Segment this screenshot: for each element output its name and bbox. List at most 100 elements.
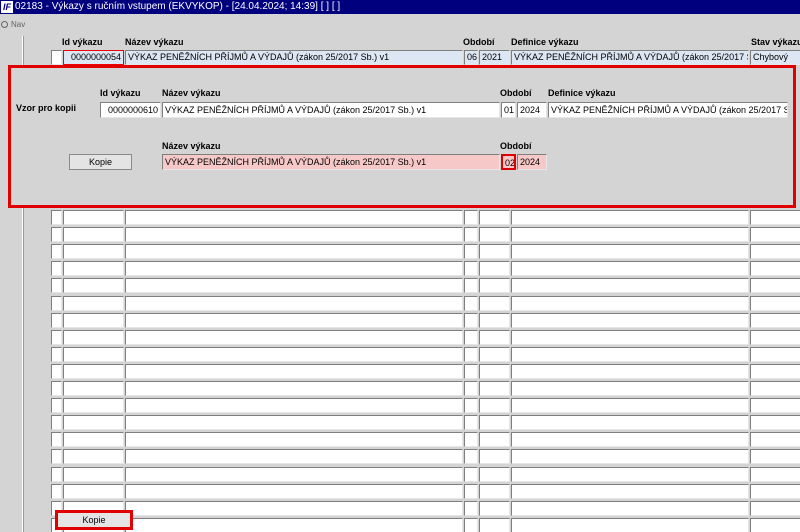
empty-cell[interactable] (63, 329, 124, 345)
empty-cell[interactable] (750, 312, 800, 328)
empty-cell[interactable] (511, 449, 749, 465)
copy-button[interactable]: Kopie (69, 154, 132, 170)
empty-cell[interactable] (511, 278, 749, 294)
table-row[interactable] (51, 483, 800, 500)
table-row[interactable] (51, 431, 800, 448)
table-row[interactable] (51, 500, 800, 517)
empty-cell[interactable] (750, 449, 800, 465)
row-selector[interactable] (51, 227, 62, 243)
table-row[interactable] (51, 346, 800, 363)
empty-cell[interactable] (479, 346, 510, 362)
empty-cell[interactable] (125, 432, 463, 448)
empty-cell[interactable] (464, 432, 478, 448)
empty-cell[interactable] (479, 466, 510, 482)
empty-cell[interactable] (464, 483, 478, 499)
empty-cell[interactable] (125, 346, 463, 362)
row-selector[interactable] (51, 432, 62, 448)
row-selector[interactable] (51, 449, 62, 465)
empty-cell[interactable] (125, 278, 463, 294)
empty-cell[interactable] (125, 517, 463, 532)
empty-cell[interactable] (511, 244, 749, 260)
empty-cell[interactable] (464, 415, 478, 431)
empty-cell[interactable] (750, 278, 800, 294)
table-row[interactable] (51, 380, 800, 397)
empty-cell[interactable] (479, 381, 510, 396)
empty-cell[interactable] (464, 227, 478, 243)
source-id-field[interactable]: 0000000610 (100, 102, 161, 118)
row-selector[interactable] (51, 295, 62, 311)
empty-cell[interactable] (125, 210, 463, 225)
empty-cell[interactable] (125, 261, 463, 277)
row-selector[interactable] (51, 244, 62, 260)
row-selector[interactable] (51, 483, 62, 499)
empty-cell[interactable] (125, 500, 463, 516)
empty-cell[interactable] (479, 312, 510, 328)
empty-cell[interactable] (63, 244, 124, 260)
empty-cell[interactable] (63, 381, 124, 396)
empty-cell[interactable] (479, 329, 510, 345)
target-name-field[interactable]: VÝKAZ PENĚŽNÍCH PŘÍJMŮ A VÝDAJŮ (zákon 2… (162, 154, 500, 170)
empty-cell[interactable] (479, 432, 510, 448)
cell-status[interactable]: Chybový (750, 50, 800, 65)
empty-cell[interactable] (63, 312, 124, 328)
source-definition-field[interactable]: VÝKAZ PENĚŽNÍCH PŘÍJMŮ A VÝDAJŮ (zákon 2… (548, 102, 788, 118)
empty-cell[interactable] (511, 500, 749, 516)
row-selector[interactable] (51, 346, 62, 362)
empty-cell[interactable] (511, 398, 749, 414)
row-selector[interactable] (51, 466, 62, 482)
source-year-field[interactable]: 2024 (517, 102, 547, 118)
empty-cell[interactable] (511, 295, 749, 311)
grid-header-status[interactable]: Stav výkazu (751, 37, 800, 47)
table-row[interactable] (51, 466, 800, 483)
nav-tab[interactable]: Nav (0, 18, 30, 32)
empty-cell[interactable] (511, 363, 749, 379)
row-selector[interactable] (51, 210, 62, 225)
empty-cell[interactable] (750, 483, 800, 499)
empty-cell[interactable] (750, 363, 800, 379)
empty-cell[interactable] (125, 449, 463, 465)
cell-name[interactable]: VÝKAZ PENĚŽNÍCH PŘÍJMŮ A VÝDAJŮ (zákon 2… (125, 50, 463, 65)
empty-cell[interactable] (479, 278, 510, 294)
empty-cell[interactable] (63, 432, 124, 448)
empty-cell[interactable] (750, 398, 800, 414)
empty-cell[interactable] (125, 227, 463, 243)
row-selector[interactable] (51, 398, 62, 414)
empty-cell[interactable] (511, 329, 749, 345)
empty-cell[interactable] (511, 415, 749, 431)
empty-cell[interactable] (125, 415, 463, 431)
empty-cell[interactable] (750, 295, 800, 311)
empty-cell[interactable] (464, 363, 478, 379)
table-row[interactable] (51, 312, 800, 329)
table-row[interactable] (51, 397, 800, 414)
table-row[interactable] (51, 517, 800, 532)
empty-cell[interactable] (125, 363, 463, 379)
empty-cell[interactable] (511, 227, 749, 243)
empty-cell[interactable] (479, 295, 510, 311)
grid-header-name[interactable]: Název výkazu (125, 37, 184, 47)
empty-cell[interactable] (750, 261, 800, 277)
empty-cell[interactable] (479, 449, 510, 465)
target-month-field[interactable]: 02 (501, 154, 516, 170)
empty-cell[interactable] (63, 449, 124, 465)
empty-cell[interactable] (479, 363, 510, 379)
row-selector[interactable] (51, 415, 62, 431)
cell-definition[interactable]: VÝKAZ PENĚŽNÍCH PŘÍJMŮ A VÝDAJŮ (zákon 2… (511, 50, 749, 65)
grid-header-definition[interactable]: Definice výkazu (511, 37, 579, 47)
empty-cell[interactable] (511, 432, 749, 448)
row-selector[interactable] (51, 329, 62, 345)
empty-cell[interactable] (125, 312, 463, 328)
empty-cell[interactable] (464, 466, 478, 482)
empty-cell[interactable] (750, 346, 800, 362)
footer-copy-button[interactable]: Kopie (55, 510, 133, 530)
empty-cell[interactable] (464, 500, 478, 516)
empty-cell[interactable] (63, 466, 124, 482)
empty-cell[interactable] (125, 329, 463, 345)
table-row[interactable] (51, 329, 800, 346)
source-name-field[interactable]: VÝKAZ PENĚŽNÍCH PŘÍJMŮ A VÝDAJŮ (zákon 2… (162, 102, 500, 118)
empty-cell[interactable] (464, 517, 478, 532)
empty-cell[interactable] (479, 398, 510, 414)
empty-cell[interactable] (63, 483, 124, 499)
empty-cell[interactable] (63, 346, 124, 362)
empty-cell[interactable] (125, 483, 463, 499)
empty-cell[interactable] (464, 449, 478, 465)
